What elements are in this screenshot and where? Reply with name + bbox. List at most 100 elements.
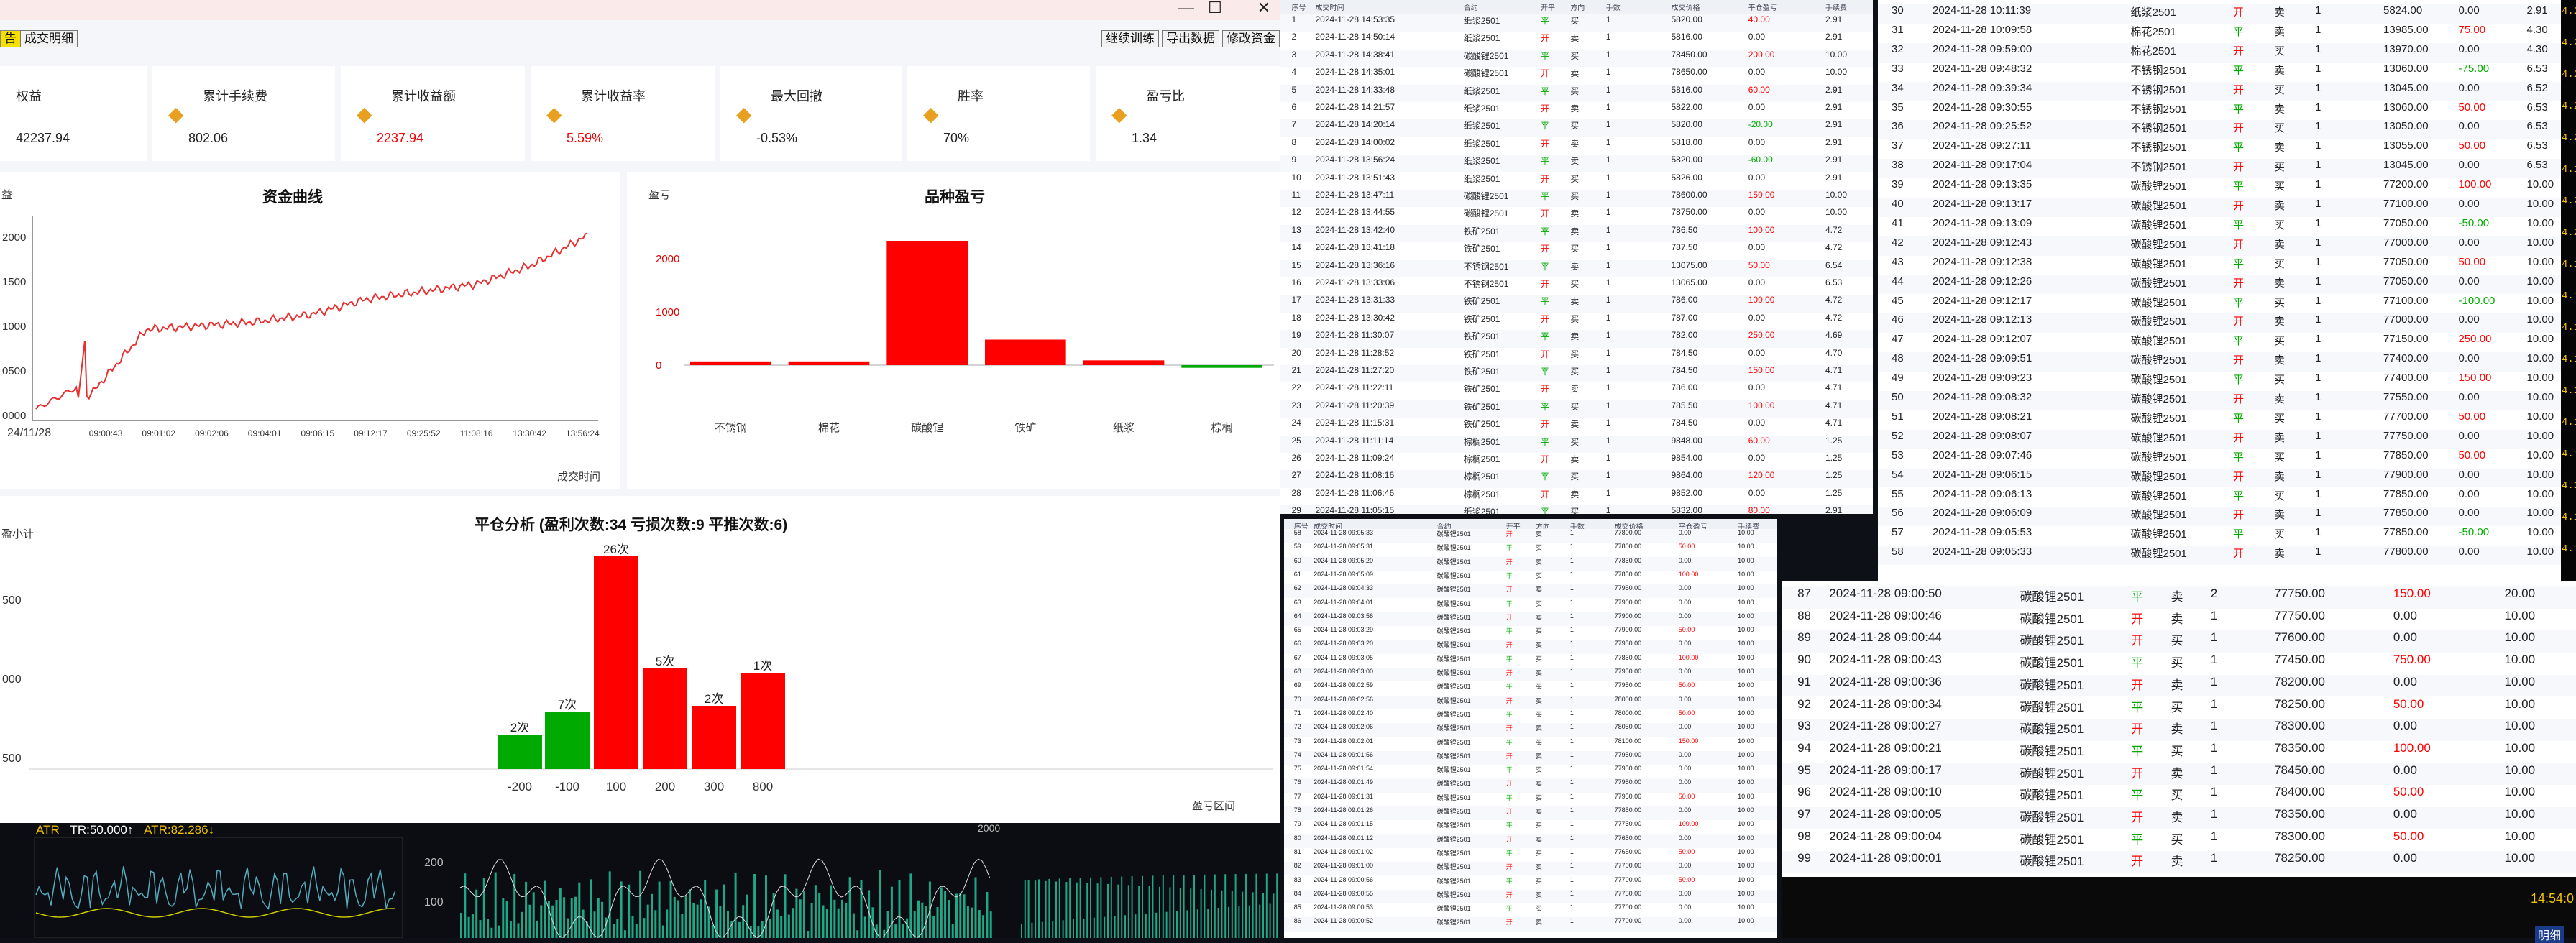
table-row[interactable]: 33 2024-11-28 09:48:32 不锈钢2501 平 卖 1 13060.00 -… bbox=[1878, 62, 2561, 82]
table-row[interactable]: 13 2024-11-28 13:42:40 铁矿2501 平 卖 1 786.50 100.… bbox=[1280, 224, 1873, 243]
table-row[interactable]: 44 2024-11-28 09:12:26 碳酸锂2501 开 卖 1 77050.00 0… bbox=[1878, 275, 2561, 295]
table-row[interactable]: 95 2024-11-28 09:00:17 碳酸锂2501 开 卖 1 78450.00 0… bbox=[1782, 763, 2576, 786]
trade-table-3[interactable]: 序号 成交时间 合约 开平 方向 手数 成交价格 平仓盈亏 手续费 58 2024-11-28 09… bbox=[1284, 519, 1777, 938]
column-header[interactable]: 序号 bbox=[1292, 1, 1306, 12]
table-row[interactable]: 18 2024-11-28 13:30:42 铁矿2501 开 买 1 787.00 0.00… bbox=[1280, 312, 1873, 331]
table-row[interactable]: 60 2024-11-28 09:05:20 碳酸锂2501 开 卖 1 77850.00 0… bbox=[1284, 556, 1777, 571]
maximize-button[interactable]: ☐ bbox=[1201, 0, 1229, 17]
table-row[interactable]: 78 2024-11-28 09:01:26 碳酸锂2501 开 卖 1 77850.00 0… bbox=[1284, 806, 1777, 821]
table-row[interactable]: 62 2024-11-28 09:04:33 碳酸锂2501 开 卖 1 77950.00 0… bbox=[1284, 584, 1777, 599]
table-row[interactable]: 11 2024-11-28 13:47:11 碳酸锂2501 平 买 1 78600.00 1… bbox=[1280, 190, 1873, 208]
table-row[interactable]: 51 2024-11-28 09:08:21 碳酸锂2501 平 买 1 77700.00 5… bbox=[1878, 410, 2561, 430]
table-row[interactable]: 80 2024-11-28 09:01:12 碳酸锂2501 开 卖 1 77650.00 0… bbox=[1284, 834, 1777, 848]
table-row[interactable]: 65 2024-11-28 09:03:29 碳酸锂2501 平 买 1 77900.00 5… bbox=[1284, 626, 1777, 640]
table-row[interactable]: 82 2024-11-28 09:01:00 碳酸锂2501 开 卖 1 77700.00 0… bbox=[1284, 862, 1777, 876]
table-row[interactable]: 48 2024-11-28 09:09:51 碳酸锂2501 开 卖 1 77400.00 0… bbox=[1878, 352, 2561, 372]
table-row[interactable]: 54 2024-11-28 09:06:15 碳酸锂2501 开 卖 1 77900.00 0… bbox=[1878, 468, 2561, 488]
table-row[interactable]: 49 2024-11-28 09:09:23 碳酸锂2501 平 买 1 77400.00 1… bbox=[1878, 372, 2561, 391]
table-row[interactable]: 88 2024-11-28 09:00:46 碳酸锂2501 开 卖 1 77750.00 0… bbox=[1782, 608, 2576, 631]
table-row[interactable]: 69 2024-11-28 09:02:59 碳酸锂2501 平 买 1 77950.00 5… bbox=[1284, 681, 1777, 696]
table-row[interactable]: 68 2024-11-28 09:03:00 碳酸锂2501 开 卖 1 77950.00 0… bbox=[1284, 668, 1777, 682]
table-row[interactable]: 77 2024-11-28 09:01:31 碳酸锂2501 平 买 1 77950.00 5… bbox=[1284, 792, 1777, 806]
continue-training-button[interactable]: 继续训练 bbox=[1101, 30, 1159, 47]
column-header[interactable]: 手续费 bbox=[1825, 1, 1847, 12]
close-button[interactable]: ✕ bbox=[1250, 0, 1278, 17]
column-header[interactable]: 成交价格 bbox=[1672, 1, 1700, 12]
table-row[interactable]: 56 2024-11-28 09:06:09 碳酸锂2501 开 卖 1 77850.00 0… bbox=[1878, 507, 2561, 527]
table-row[interactable]: 38 2024-11-28 09:17:04 不锈钢2501 开 买 1 13045.00 0… bbox=[1878, 159, 2561, 179]
table-row[interactable]: 6 2024-11-28 14:21:57 纸浆2501 开 卖 1 5822.00 0.00… bbox=[1280, 102, 1873, 120]
table-row[interactable]: 28 2024-11-28 11:06:46 棕榈2501 开 卖 1 9852.00 0.0… bbox=[1280, 487, 1873, 506]
table-row[interactable]: 73 2024-11-28 09:02:01 碳酸锂2501 平 买 1 78100.00 1… bbox=[1284, 737, 1777, 751]
column-header[interactable]: 方向 bbox=[1570, 1, 1585, 12]
detail-button[interactable]: 明细 bbox=[2535, 926, 2564, 943]
table-row[interactable]: 79 2024-11-28 09:01:15 碳酸锂2501 平 买 1 77750.00 1… bbox=[1284, 820, 1777, 834]
table-row[interactable]: 16 2024-11-28 13:33:06 不锈钢2501 开 买 1 13065.00 0… bbox=[1280, 277, 1873, 295]
table-row[interactable]: 96 2024-11-28 09:00:10 碳酸锂2501 平 买 1 78400.00 5… bbox=[1782, 785, 2576, 807]
table-row[interactable]: 27 2024-11-28 11:08:16 棕榈2501 平 买 1 9864.00 120… bbox=[1280, 470, 1873, 488]
table-row[interactable]: 23 2024-11-28 11:20:39 铁矿2501 平 买 1 785.50 100.… bbox=[1280, 400, 1873, 418]
table-row[interactable]: 58 2024-11-28 09:05:33 碳酸锂2501 开 卖 1 77800.00 0… bbox=[1878, 546, 2561, 566]
table-row[interactable]: 10 2024-11-28 13:51:43 纸浆2501 开 买 1 5826.00 0.0… bbox=[1280, 172, 1873, 190]
table-row[interactable]: 19 2024-11-28 11:30:07 铁矿2501 平 卖 1 782.00 250.… bbox=[1280, 330, 1873, 348]
table-row[interactable]: 21 2024-11-28 11:27:20 铁矿2501 平 买 1 784.50 150.… bbox=[1280, 365, 1873, 383]
table-row[interactable]: 81 2024-11-28 09:01:02 碳酸锂2501 平 买 1 77650.00 5… bbox=[1284, 847, 1777, 862]
table-row[interactable]: 63 2024-11-28 09:04:01 碳酸锂2501 平 买 1 77900.00 0… bbox=[1284, 598, 1777, 612]
trade-table-1[interactable]: 序号 成交时间 合约 开平 方向 手数 成交价格 平仓盈亏 手续费 1 2024-11-28 14:… bbox=[1280, 0, 1873, 514]
table-row[interactable]: 45 2024-11-28 09:12:17 碳酸锂2501 平 买 1 77100.00 -… bbox=[1878, 294, 2561, 314]
trade-table-4[interactable]: 87 2024-11-28 09:00:50 碳酸锂2501 平卖 2 77750.00 1… bbox=[1782, 581, 2576, 877]
column-header[interactable]: 手数 bbox=[1606, 1, 1621, 12]
column-header[interactable]: 成交时间 bbox=[1316, 1, 1344, 12]
minimize-button[interactable]: — bbox=[1172, 0, 1201, 17]
trade-table-2[interactable]: 30 2024-11-28 10:11:39 纸浆2501 开卖 1 5824.00 0.0… bbox=[1878, 0, 2561, 581]
table-row[interactable]: 35 2024-11-28 09:30:55 不锈钢2501 平 卖 1 13060.00 5… bbox=[1878, 101, 2561, 121]
table-row[interactable]: 98 2024-11-28 09:00:04 碳酸锂2501 平 买 1 78300.00 5… bbox=[1782, 829, 2576, 852]
warning-tab[interactable]: 告 bbox=[0, 30, 21, 47]
table-row[interactable]: 85 2024-11-28 09:00:53 碳酸锂2501 平 买 1 77700.00 0… bbox=[1284, 903, 1777, 918]
table-row[interactable]: 4 2024-11-28 14:35:01 碳酸锂2501 开 卖 1 78650.00 0.… bbox=[1280, 67, 1873, 85]
export-data-button[interactable]: 导出数据 bbox=[1162, 30, 1219, 47]
trade-detail-button[interactable]: 成交明细 bbox=[20, 30, 78, 47]
table-row[interactable]: 52 2024-11-28 09:08:07 碳酸锂2501 开 卖 1 77750.00 0… bbox=[1878, 429, 2561, 449]
table-row[interactable]: 55 2024-11-28 09:06:13 碳酸锂2501 平 买 1 77850.00 0… bbox=[1878, 487, 2561, 507]
table-row[interactable]: 93 2024-11-28 09:00:27 碳酸锂2501 开 卖 1 78300.00 0… bbox=[1782, 719, 2576, 741]
table-row[interactable]: 47 2024-11-28 09:12:07 碳酸锂2501 平 买 1 77150.00 2… bbox=[1878, 333, 2561, 353]
table-row[interactable]: 64 2024-11-28 09:03:56 碳酸锂2501 开 卖 1 77900.00 0… bbox=[1284, 612, 1777, 627]
table-row[interactable]: 22 2024-11-28 11:22:11 铁矿2501 开 卖 1 786.00 0.00… bbox=[1280, 382, 1873, 400]
table-row[interactable]: 58 2024-11-28 09:05:33 碳酸锂2501 开 卖 1 77800.00 0… bbox=[1284, 529, 1777, 543]
table-row[interactable]: 26 2024-11-28 11:09:24 棕榈2501 开 卖 1 9854.00 0.0… bbox=[1280, 453, 1873, 471]
table-row[interactable]: 30 2024-11-28 10:11:39 纸浆2501 开 卖 1 5824.00 0.0… bbox=[1878, 4, 2561, 24]
table-row[interactable]: 67 2024-11-28 09:03:05 碳酸锂2501 平 买 1 77850.00 1… bbox=[1284, 653, 1777, 668]
table-row[interactable]: 84 2024-11-28 09:00:55 碳酸锂2501 开 卖 1 77750.00 0… bbox=[1284, 889, 1777, 904]
table-row[interactable]: 5 2024-11-28 14:33:48 纸浆2501 平 买 1 5816.00 60.0… bbox=[1280, 84, 1873, 102]
table-row[interactable]: 74 2024-11-28 09:01:56 碳酸锂2501 开 卖 1 77950.00 0… bbox=[1284, 750, 1777, 765]
table-row[interactable]: 2 2024-11-28 14:50:14 纸浆2501 开 卖 1 5816.00 0.00… bbox=[1280, 32, 1873, 50]
table-row[interactable]: 20 2024-11-28 11:28:52 铁矿2501 开 买 1 784.50 0.00… bbox=[1280, 347, 1873, 365]
column-header[interactable]: 开平 bbox=[1541, 1, 1555, 12]
table-row[interactable]: 7 2024-11-28 14:20:14 纸浆2501 平 买 1 5820.00 -20.… bbox=[1280, 119, 1873, 137]
table-row[interactable]: 61 2024-11-28 09:05:09 碳酸锂2501 平 买 1 77850.00 1… bbox=[1284, 570, 1777, 585]
table-row[interactable]: 91 2024-11-28 09:00:36 碳酸锂2501 开 卖 1 78200.00 0… bbox=[1782, 674, 2576, 697]
table-row[interactable]: 40 2024-11-28 09:13:17 碳酸锂2501 开 卖 1 77100.00 0… bbox=[1878, 198, 2561, 217]
table-row[interactable]: 71 2024-11-28 09:02:40 碳酸锂2501 平 买 1 78000.00 5… bbox=[1284, 709, 1777, 724]
table-row[interactable]: 3 2024-11-28 14:38:41 碳酸锂2501 平 买 1 78450.00 20… bbox=[1280, 49, 1873, 68]
table-row[interactable]: 75 2024-11-28 09:01:54 碳酸锂2501 平 买 1 77950.00 0… bbox=[1284, 765, 1777, 779]
table-row[interactable]: 86 2024-11-28 09:00:52 碳酸锂2501 开 卖 1 77700.00 0… bbox=[1284, 917, 1777, 932]
table-row[interactable]: 59 2024-11-28 09:05:31 碳酸锂2501 平 买 1 77800.00 5… bbox=[1284, 543, 1777, 557]
table-row[interactable]: 15 2024-11-28 13:36:16 不锈钢2501 平 卖 1 13075.00 5… bbox=[1280, 259, 1873, 277]
table-row[interactable]: 42 2024-11-28 09:12:43 碳酸锂2501 开 卖 1 77000.00 0… bbox=[1878, 236, 2561, 256]
table-row[interactable]: 25 2024-11-28 11:11:14 棕榈2501 平 买 1 9848.00 60.… bbox=[1280, 435, 1873, 453]
table-row[interactable]: 1 2024-11-28 14:53:35 纸浆2501 平 买 1 5820.00 40.0… bbox=[1280, 14, 1873, 32]
table-row[interactable]: 17 2024-11-28 13:31:33 铁矿2501 平 卖 1 786.00 100.… bbox=[1280, 295, 1873, 313]
table-row[interactable]: 97 2024-11-28 09:00:05 碳酸锂2501 开 卖 1 78350.00 0… bbox=[1782, 807, 2576, 829]
table-row[interactable]: 94 2024-11-28 09:00:21 碳酸锂2501 平 买 1 78350.00 1… bbox=[1782, 740, 2576, 763]
table-row[interactable]: 92 2024-11-28 09:00:34 碳酸锂2501 平 买 1 78250.00 5… bbox=[1782, 696, 2576, 719]
table-row[interactable]: 12 2024-11-28 13:44:55 碳酸锂2501 开 卖 1 78750.00 0… bbox=[1280, 207, 1873, 225]
table-row[interactable]: 43 2024-11-28 09:12:38 碳酸锂2501 平 买 1 77050.00 5… bbox=[1878, 255, 2561, 275]
table-row[interactable]: 8 2024-11-28 14:00:02 纸浆2501 开 卖 1 5818.00 0.00… bbox=[1280, 137, 1873, 155]
table-row[interactable]: 32 2024-11-28 09:59:00 棉花2501 开 买 1 13970.00 0.… bbox=[1878, 42, 2561, 63]
table-row[interactable]: 57 2024-11-28 09:05:53 碳酸锂2501 平 买 1 77850.00 -… bbox=[1878, 526, 2561, 546]
table-row[interactable]: 9 2024-11-28 13:56:24 纸浆2501 平 卖 1 5820.00 -60.… bbox=[1280, 155, 1873, 172]
table-row[interactable]: 70 2024-11-28 09:02:56 碳酸锂2501 开 卖 1 78000.00 0… bbox=[1284, 695, 1777, 709]
column-header[interactable]: 合约 bbox=[1464, 1, 1478, 12]
